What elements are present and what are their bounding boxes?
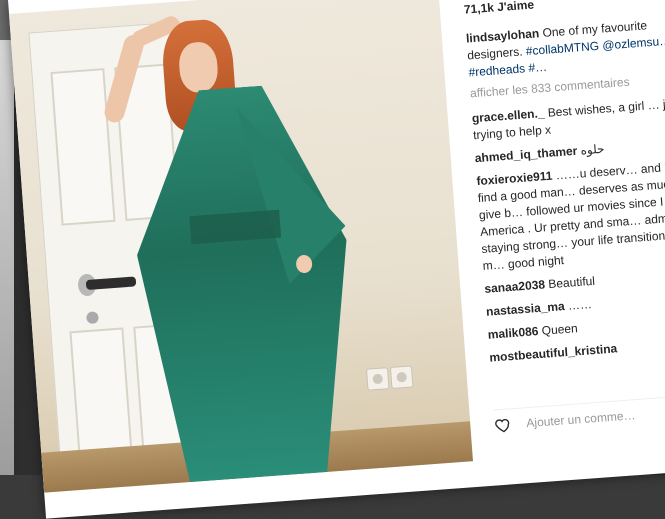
post-actions: Ajouter un comme… <box>493 391 665 441</box>
hashtag[interactable]: #… <box>528 60 548 75</box>
caption-username[interactable]: lindsaylohan <box>466 26 540 45</box>
door-panel <box>50 68 116 226</box>
mention[interactable]: @ozlemsu… <box>602 34 665 53</box>
comment-username[interactable]: sanaa2038 <box>484 277 546 295</box>
comment-username[interactable]: nastassia_ma <box>486 299 566 319</box>
door-handle <box>85 276 137 291</box>
comment-username[interactable]: ahmed_iq_thamer <box>474 144 577 165</box>
post-photo <box>9 0 474 493</box>
comment-username[interactable]: grace.ellen._ <box>471 106 545 125</box>
heart-icon[interactable] <box>494 415 513 434</box>
comment-text: Beautiful <box>547 273 596 292</box>
post-modal: 71,1k J'aime lindsaylohan One of my favo… <box>8 0 665 519</box>
door-lock <box>86 311 99 325</box>
comment-username[interactable]: foxieroxie911 <box>476 169 553 189</box>
comments-list: grace.ellen._ Best wishes, a girl … just… <box>471 93 665 373</box>
caption: lindsaylohan One of my favourite designe… <box>465 13 665 81</box>
power-socket <box>365 367 390 391</box>
comment-username[interactable]: mostbeautiful_kristina <box>489 341 618 364</box>
hashtag[interactable]: #redheads <box>468 61 526 79</box>
comment: grace.ellen._ Best wishes, a girl … just… <box>471 93 665 144</box>
background-edge <box>0 40 14 475</box>
comment-text: Queen <box>541 321 579 338</box>
comment-text: حلوه <box>580 141 605 158</box>
post-info-panel: 71,1k J'aime lindsaylohan One of my favo… <box>457 0 665 480</box>
likes-count[interactable]: 71,1k J'aime <box>463 0 534 17</box>
comment: foxieroxie911 ……u deserv… and I hope u f… <box>476 156 665 275</box>
comment-username[interactable]: malik086 <box>487 324 539 342</box>
power-socket <box>389 365 414 389</box>
hashtag[interactable]: #collabMTNG <box>525 39 599 58</box>
comment-text: …… <box>567 297 593 313</box>
add-comment-input[interactable]: Ajouter un comme… <box>526 408 636 430</box>
